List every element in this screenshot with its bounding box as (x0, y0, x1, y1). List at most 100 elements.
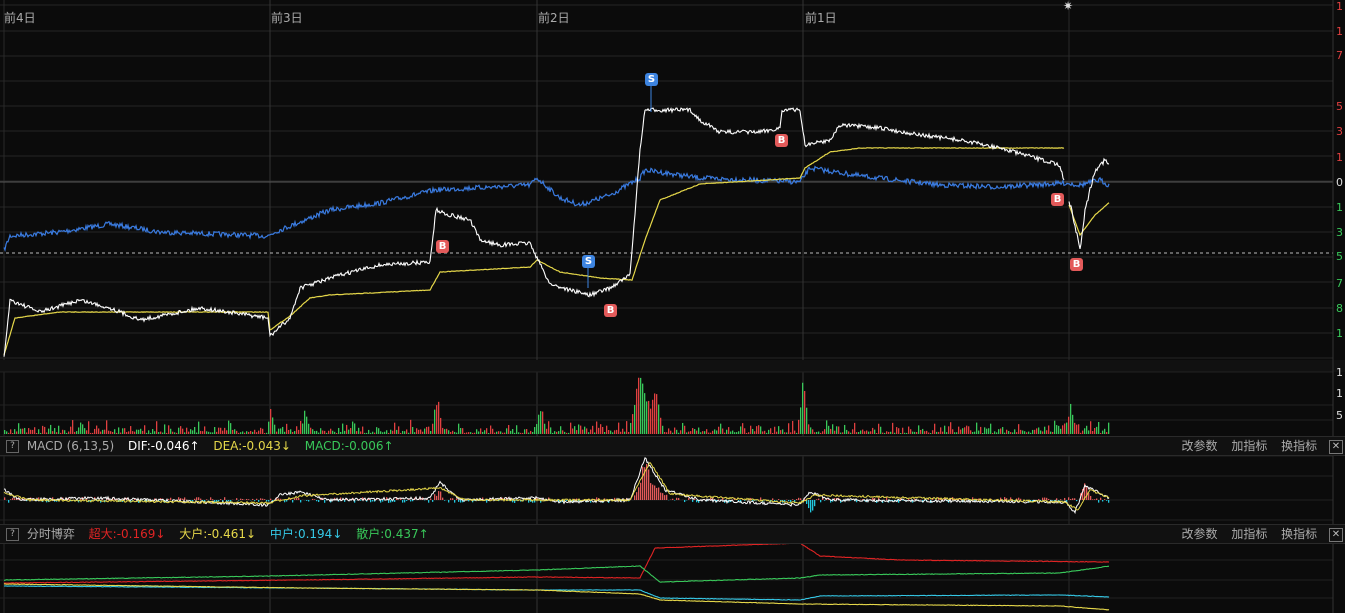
add-indicator-button[interactable]: 加指标 (1231, 527, 1267, 541)
volume-bar (680, 430, 682, 434)
volume-bar (496, 431, 498, 434)
volume-bar (936, 431, 938, 434)
volume-bar (464, 432, 466, 434)
close-icon[interactable]: ✕ (1329, 527, 1343, 542)
macd-bar (8, 500, 10, 503)
volume-bar (350, 428, 352, 434)
volume-bar (694, 429, 696, 434)
volume-bar (744, 428, 746, 434)
volume-bar (1086, 425, 1088, 434)
super-large-value: 超大:-0.169↓ (88, 527, 166, 541)
volume-bar (514, 432, 516, 434)
volume-bar (362, 426, 364, 434)
volume-bar (1006, 429, 1008, 434)
macd-bar (1100, 497, 1102, 500)
macd-bar (428, 500, 430, 503)
price-line (1068, 157, 1110, 250)
volume-bar (492, 428, 494, 434)
help-icon[interactable]: ? (6, 528, 19, 541)
intraday-chart[interactable] (0, 0, 1345, 613)
volume-bar (594, 432, 596, 434)
volume-bar (480, 428, 482, 434)
volume-bar (692, 428, 694, 434)
volume-bar (290, 429, 292, 434)
volume-bar (752, 428, 754, 434)
volume-bar (164, 424, 166, 434)
sell-marker[interactable]: S (582, 255, 595, 268)
volume-bar (182, 428, 184, 434)
buy-marker[interactable]: B (436, 240, 449, 253)
volume-bar (558, 431, 560, 434)
switch-indicator-button[interactable]: 换指标 (1281, 527, 1317, 541)
volume-bar (792, 420, 794, 434)
add-indicator-button[interactable]: 加指标 (1231, 439, 1267, 453)
volume-bar (1096, 426, 1098, 434)
volume-bar (1052, 431, 1054, 434)
volume-bar (658, 404, 660, 434)
volume-bar (180, 426, 182, 434)
volume-bar (608, 430, 610, 434)
macd-bar (908, 498, 910, 500)
volume-bar (956, 432, 958, 434)
buy-marker[interactable]: B (604, 304, 617, 317)
volume-bar (534, 427, 536, 434)
volume-bar (512, 429, 514, 434)
macd-bar (1044, 497, 1046, 500)
macd-bar (696, 500, 698, 503)
volume-bar (972, 431, 974, 434)
volume-bar (758, 425, 760, 434)
volume-bar (1036, 428, 1038, 434)
volume-bar (190, 429, 192, 434)
macd-bar (778, 499, 780, 500)
volume-bar (518, 432, 520, 434)
macd-bar (1018, 497, 1020, 500)
volume-bar (404, 431, 406, 434)
volume-bar (782, 429, 784, 434)
volume-bar (300, 420, 302, 434)
volume-bar (20, 428, 22, 434)
volume-bar (672, 432, 674, 434)
modify-params-button[interactable]: 改参数 (1181, 527, 1217, 541)
axis-label: 1 (1336, 25, 1343, 38)
volume-bar (150, 432, 152, 434)
volume-bar (710, 432, 712, 434)
volume-bar (324, 430, 326, 434)
volume-bar (850, 432, 852, 434)
modify-params-button[interactable]: 改参数 (1181, 439, 1217, 453)
axis-label: 1 (1336, 201, 1343, 214)
sell-marker[interactable]: S (645, 73, 658, 86)
volume-bar (278, 428, 280, 434)
buy-marker[interactable]: B (1070, 258, 1083, 271)
macd-panel-header: ? MACD (6,13,5) DIF:-0.046↑ DEA:-0.043↓ … (0, 436, 1345, 456)
volume-bar (650, 408, 652, 434)
volume-bar (266, 432, 268, 434)
volume-bar (396, 429, 398, 434)
volume-bar (314, 431, 316, 434)
close-icon[interactable]: ✕ (1329, 439, 1343, 454)
volume-bar (764, 430, 766, 434)
volume-bar (716, 430, 718, 434)
volume-bar (722, 428, 724, 434)
average-line (1068, 202, 1110, 237)
volume-bar (962, 428, 964, 434)
buy-marker[interactable]: B (1051, 193, 1064, 206)
volume-bar (70, 426, 72, 434)
volume-bar (100, 431, 102, 434)
volume-bar (88, 421, 90, 434)
help-icon[interactable]: ? (6, 440, 19, 453)
volume-bar (960, 429, 962, 434)
volume-bar (74, 431, 76, 434)
switch-indicator-button[interactable]: 换指标 (1281, 439, 1317, 453)
buy-marker[interactable]: B (775, 134, 788, 147)
volume-bar (670, 430, 672, 434)
volume-bar (838, 426, 840, 434)
volume-bar (1028, 431, 1030, 434)
volume-bar (596, 421, 598, 434)
volume-bar (222, 430, 224, 434)
macd-bar (792, 499, 794, 500)
axis-label: 5 (1336, 250, 1343, 263)
macd-bar (1076, 500, 1078, 502)
macd-bar (1038, 498, 1040, 500)
volume-bar (602, 426, 604, 434)
volume-bar (328, 430, 330, 434)
